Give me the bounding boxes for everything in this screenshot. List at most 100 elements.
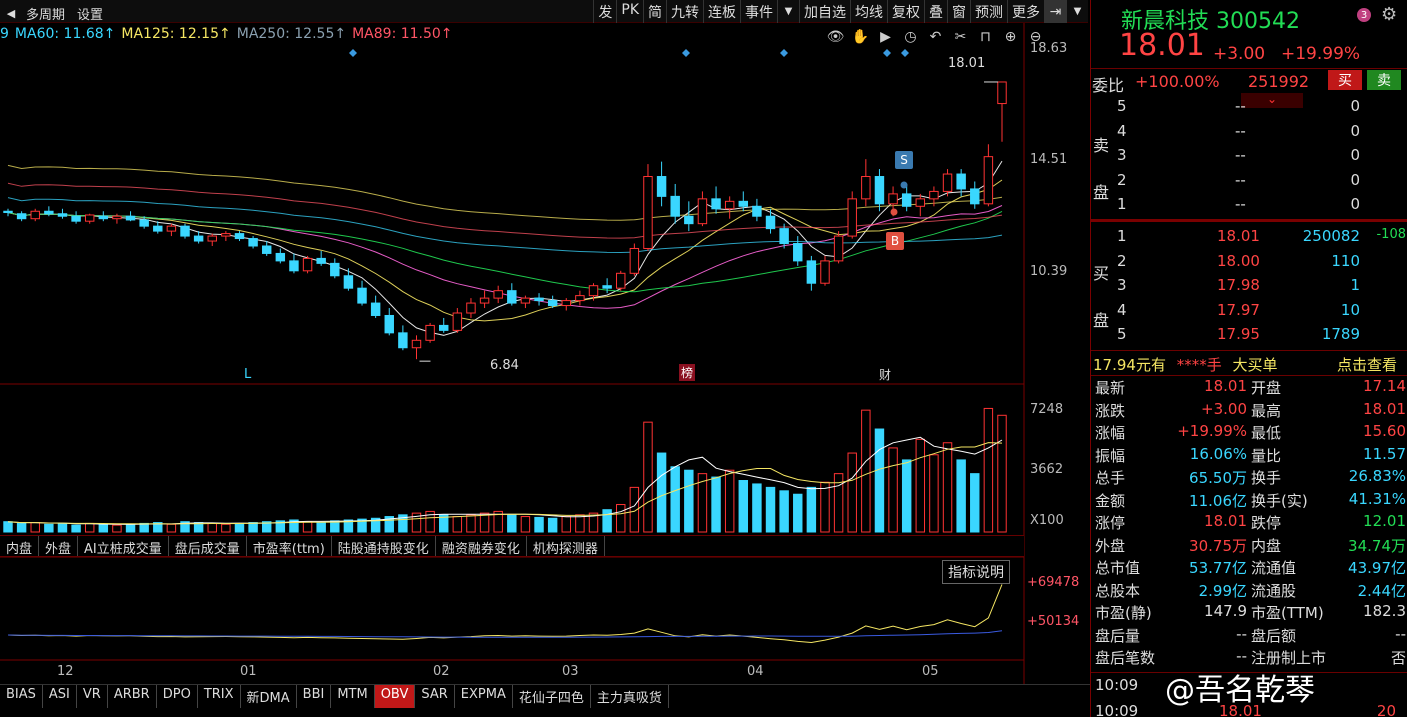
candle-body — [302, 257, 313, 272]
volume-bar — [970, 473, 980, 533]
indicator-tab[interactable]: ASI — [43, 685, 77, 708]
indicator-tab[interactable]: SAR — [415, 685, 455, 708]
candle-body — [684, 215, 694, 225]
stat-row: 总股本 2.99亿 流通股 2.44亿 — [1095, 581, 1406, 600]
volume-bar — [847, 452, 857, 533]
stat-row: 盘后量 -- 盘后额 -- — [1095, 624, 1406, 645]
candle-body — [970, 188, 980, 205]
candle-body — [833, 235, 844, 262]
candle-body — [847, 198, 857, 237]
indicator-tab[interactable]: BBI — [297, 685, 332, 708]
candle-body — [452, 312, 463, 331]
candle-body — [71, 215, 81, 222]
candle-body — [275, 252, 286, 262]
volume-bar — [248, 522, 258, 533]
ask-row: 1 -- 0 — [1117, 195, 1360, 213]
volume-bar — [861, 409, 871, 533]
volume-bar — [234, 522, 245, 533]
price-axis-top: 18.63 — [1030, 41, 1068, 56]
indicator-tab[interactable]: OBV — [374, 685, 416, 708]
volume-tab[interactable]: 融资融券变化 — [436, 536, 527, 557]
volume-bar — [901, 459, 912, 533]
bid-row: 1 18.01 250082 -108 — [1117, 227, 1406, 245]
big-order-label: 大买单 — [1232, 356, 1278, 374]
bid-row: 5 17.95 1789 — [1117, 325, 1360, 343]
volume-bar — [602, 509, 612, 533]
sell-button[interactable]: 卖 — [1367, 70, 1401, 90]
volume-tab[interactable]: 内盘 — [0, 536, 40, 557]
volume-bar — [561, 516, 571, 533]
volume-tab[interactable]: AI立桩成交量 — [78, 536, 169, 557]
volume-tab[interactable]: 陆股通持股变化 — [332, 536, 436, 557]
indicator-tab[interactable]: EXPMA — [455, 685, 513, 708]
candle-body — [656, 176, 667, 197]
candle-body — [561, 300, 571, 307]
bang-marker[interactable]: 榜 — [679, 364, 696, 381]
obv-axis-mid: +50134 — [1027, 614, 1080, 629]
volume-bar — [16, 522, 27, 533]
big-order-amount: 17.94元有 — [1093, 356, 1166, 374]
candle-body — [820, 260, 830, 284]
volume-bar — [983, 407, 994, 533]
buy-signal-B[interactable]: B — [886, 232, 904, 250]
stat-row: 金额 11.06亿 换手(实) 41.31% — [1095, 489, 1406, 510]
big-order-link[interactable]: 点击查看 — [1337, 354, 1397, 375]
indicator-tab[interactable]: MTM — [331, 685, 375, 708]
indicator-tab[interactable]: DPO — [157, 685, 198, 708]
volume-bar — [888, 447, 898, 533]
x-axis-mar: 03 — [562, 664, 579, 679]
volume-tab[interactable]: 盘后成交量 — [169, 536, 247, 557]
indicator-tab[interactable]: 花仙子四色 — [513, 685, 591, 708]
indicator-tab[interactable]: ARBR — [108, 685, 157, 708]
indicator-tab[interactable]: 新DMA — [241, 685, 297, 708]
indicator-tab[interactable]: BIAS — [0, 685, 43, 708]
stat-row: 外盘 30.75万 内盘 34.74万 — [1095, 536, 1406, 555]
candle-body — [289, 260, 299, 272]
volume-bar — [929, 454, 939, 533]
volume-bar — [221, 523, 231, 533]
volume-bar — [547, 517, 558, 533]
volume-bar — [711, 476, 721, 533]
watermark-text: @吾名乾琴 — [1165, 673, 1315, 708]
candle-body — [534, 297, 544, 302]
candle-body — [44, 210, 54, 215]
volume-tab[interactable]: 外盘 — [39, 536, 79, 557]
event-diamond — [780, 49, 788, 57]
candle-body — [711, 198, 721, 210]
gear-icon[interactable]: ⚙ — [1381, 4, 1397, 25]
candle-body — [153, 225, 163, 232]
kline-chart[interactable] — [0, 0, 1090, 717]
indicator-tab[interactable]: 主力真吸货 — [591, 685, 669, 708]
indicator-tab[interactable]: TRIX — [198, 685, 241, 708]
bid-row: 3 17.98 1 — [1117, 276, 1360, 294]
cai-marker[interactable]: 财 — [879, 366, 891, 383]
x-axis-may: 05 — [922, 664, 939, 679]
high-price-label: 18.01 — [948, 56, 986, 71]
volume-bar — [534, 516, 544, 533]
volume-tab[interactable]: 机构探测器 — [527, 536, 605, 557]
candle-body — [16, 213, 27, 220]
big-order-row: 17.94元有 ****手 大买单 — [1093, 354, 1278, 375]
indicator-help-button[interactable]: 指标说明 — [942, 560, 1010, 584]
volume-bar — [997, 414, 1007, 533]
ask-row: 3 -- 0 — [1117, 146, 1360, 164]
sell-signal-S[interactable]: S — [895, 151, 913, 169]
candle-body — [602, 285, 612, 289]
indicator-tab[interactable]: VR — [77, 685, 108, 708]
volume-bar — [125, 523, 136, 533]
big-order-hands: ****手 — [1176, 356, 1222, 374]
stat-row: 总市值 53.77亿 流通值 43.97亿 — [1095, 559, 1406, 577]
volume-indicator-tabs: 内盘 外盘 AI立桩成交量 盘后成交量 市盈率(ttm) 陆股通持股变化 融资融券变化 机构探… — [0, 535, 1024, 557]
volume-bar — [520, 516, 531, 533]
volume-bar — [820, 481, 830, 533]
notification-badge[interactable]: 3 — [1357, 8, 1371, 22]
volume-tab[interactable]: 市盈率(ttm) — [247, 536, 332, 557]
candle-body — [30, 210, 40, 220]
candle-body — [466, 302, 476, 314]
stat-row: 总手 65.50万 换手 26.83% — [1095, 467, 1406, 487]
candle-body — [724, 200, 735, 210]
buy-button[interactable]: 买 — [1328, 70, 1362, 90]
candle-body — [112, 215, 122, 220]
volume-bar — [316, 522, 326, 533]
candle-body — [316, 257, 326, 264]
